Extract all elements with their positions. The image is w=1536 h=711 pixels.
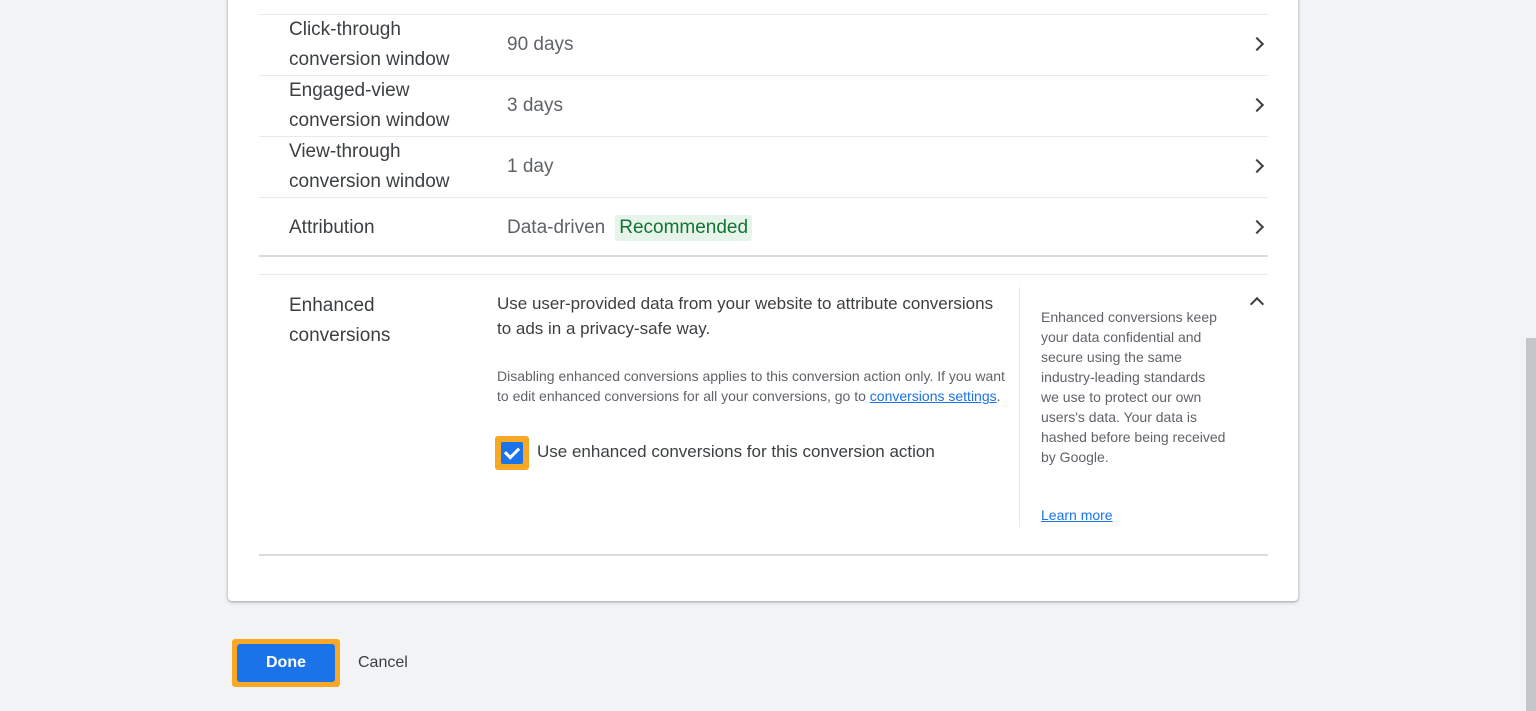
check-icon (503, 442, 521, 460)
help-text: Enhanced conversions keep your data conf… (1041, 309, 1226, 465)
row-click-through-window[interactable]: Click-through conversion window 90 days (259, 15, 1268, 76)
row-label: Engaged-view conversion window (289, 80, 450, 131)
done-button-highlight: Done (232, 639, 340, 687)
row-engaged-view-window[interactable]: Engaged-view conversion window 3 days (259, 76, 1268, 137)
row-attribution[interactable]: Attribution Data-driven Recommended (259, 198, 1268, 258)
done-button[interactable]: Done (237, 644, 335, 682)
row-label: Click-through conversion window (289, 19, 450, 70)
section-note: Disabling enhanced conversions applies t… (497, 366, 1007, 406)
chevron-down-icon[interactable] (1244, 153, 1269, 178)
enhanced-conversions-section: Enhanced conversions Use user-provided d… (259, 275, 1268, 555)
checkbox-box[interactable] (501, 442, 523, 464)
row-label: Attribution (289, 217, 375, 238)
learn-more-link[interactable]: Learn more (1041, 507, 1113, 523)
page-scrollbar[interactable] (1526, 338, 1536, 711)
note-suffix: . (996, 388, 1001, 404)
chevron-up-icon[interactable] (1244, 291, 1269, 316)
chevron-down-icon[interactable] (1244, 31, 1269, 56)
cancel-button[interactable]: Cancel (350, 650, 416, 676)
enhanced-conversions-checkbox[interactable] (495, 436, 529, 470)
recommended-badge: Recommended (615, 215, 753, 241)
vertical-divider (1019, 287, 1020, 527)
section-title: Enhanced conversions (289, 295, 391, 346)
row-view-through-window[interactable]: View-through conversion window 1 day (259, 137, 1268, 198)
attribution-value: Data-driven (507, 217, 606, 238)
row-label: View-through conversion window (289, 141, 450, 192)
section-divider (259, 255, 1268, 257)
checkbox-label[interactable]: Use enhanced conversions for this conver… (537, 442, 935, 462)
settings-list: Click-through conversion window 90 days … (259, 14, 1268, 258)
row-value: Data-driven Recommended (507, 198, 753, 258)
section-divider (259, 554, 1268, 556)
chevron-down-icon[interactable] (1244, 214, 1269, 239)
chevron-down-icon[interactable] (1244, 92, 1269, 117)
conversions-settings-link[interactable]: conversions settings (870, 388, 997, 404)
section-description: Use user-provided data from your website… (497, 294, 994, 338)
row-value: 90 days (507, 34, 574, 55)
row-value: 3 days (507, 95, 563, 116)
conversion-settings-card: Click-through conversion window 90 days … (228, 0, 1298, 601)
row-value: 1 day (507, 156, 554, 177)
